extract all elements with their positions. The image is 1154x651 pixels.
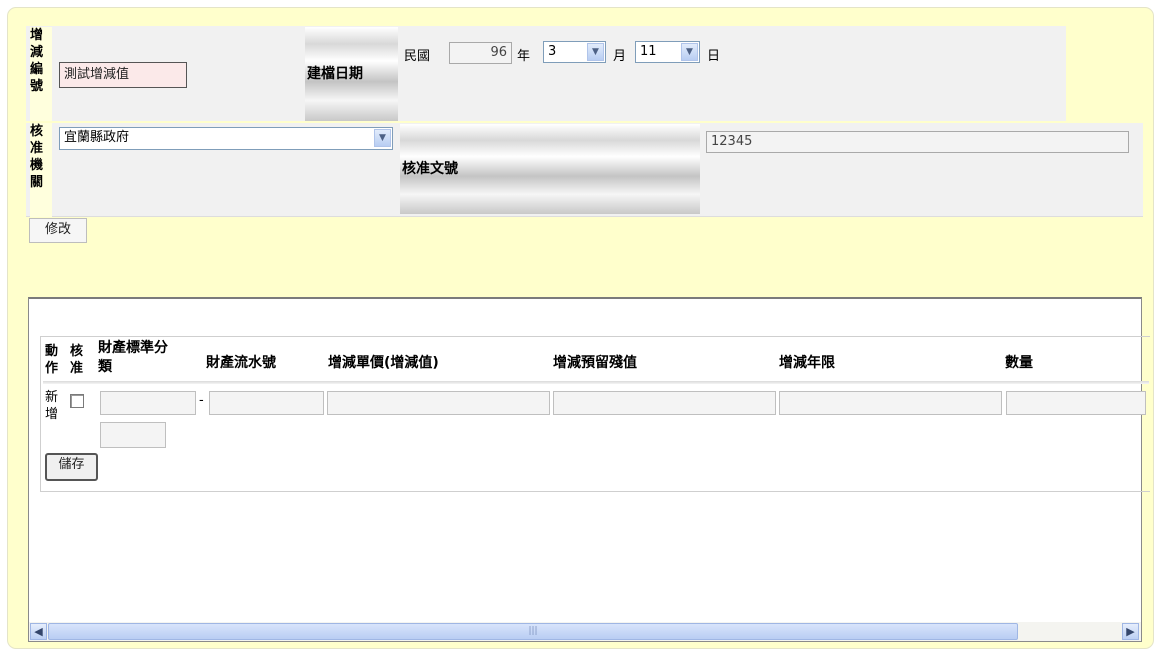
category-field-1[interactable] bbox=[100, 391, 196, 415]
modify-button[interactable]: 修改 bbox=[29, 218, 87, 243]
header-category: 財產標準分 類 bbox=[98, 340, 168, 375]
serial-field[interactable] bbox=[209, 391, 324, 415]
form-panel: 增 減 編 號 測試增減值 建檔日期 民國 96 年 3 ▼ 月 11 ▼ 日 … bbox=[7, 7, 1154, 649]
chevron-down-icon[interactable]: ▼ bbox=[374, 129, 391, 147]
day-select[interactable]: 11 ▼ bbox=[635, 41, 700, 63]
build-date-label: 建檔日期 bbox=[305, 27, 398, 121]
approve-checkbox[interactable] bbox=[70, 394, 84, 408]
header-divider bbox=[43, 381, 1149, 384]
header-quantity: 數量 bbox=[1005, 355, 1033, 371]
category-dash: - bbox=[199, 393, 204, 408]
new-row-label: 新 增 bbox=[45, 390, 59, 422]
approval-org-select[interactable]: 宜蘭縣政府 ▼ bbox=[59, 127, 393, 150]
day-value: 11 bbox=[640, 44, 657, 59]
chevron-right-icon: ▶ bbox=[1126, 625, 1135, 638]
grip-icon: ||| bbox=[528, 626, 538, 636]
detail-table: 動 作 核 准 財產標準分 類 財產流水號 增減單價(增減值) 增減預留殘值 增… bbox=[40, 336, 1150, 492]
approval-doc-field[interactable]: 12345 bbox=[706, 131, 1129, 153]
year-field[interactable]: 96 bbox=[449, 42, 512, 64]
header-unit-price: 增減單價(增減值) bbox=[328, 355, 439, 371]
scroll-left-button[interactable]: ◀ bbox=[30, 623, 47, 640]
approval-org-value: 宜蘭縣政府 bbox=[64, 130, 130, 145]
date-prefix: 民國 bbox=[404, 49, 431, 64]
change-no-label: 增 減 編 號 bbox=[30, 27, 52, 121]
approval-doc-label: 核准文號 bbox=[400, 124, 700, 214]
header-approve: 核 准 bbox=[70, 344, 84, 376]
scroll-right-button[interactable]: ▶ bbox=[1122, 623, 1139, 640]
years-field[interactable] bbox=[779, 391, 1002, 415]
header-action: 動 作 bbox=[45, 344, 59, 376]
chevron-down-icon[interactable]: ▼ bbox=[587, 43, 604, 61]
chevron-left-icon: ◀ bbox=[34, 625, 43, 638]
save-button[interactable]: 儲存 bbox=[45, 453, 98, 481]
scroll-thumb[interactable]: ||| bbox=[48, 623, 1018, 640]
category-field-2[interactable] bbox=[100, 422, 166, 448]
month-value: 3 bbox=[548, 44, 557, 59]
horizontal-scrollbar[interactable]: ◀ ||| ▶ bbox=[29, 622, 1141, 641]
quantity-field[interactable] bbox=[1006, 391, 1146, 415]
residual-field[interactable] bbox=[553, 391, 776, 415]
unit-price-field[interactable] bbox=[327, 391, 550, 415]
month-select[interactable]: 3 ▼ bbox=[543, 41, 606, 63]
month-unit: 月 bbox=[613, 49, 627, 64]
day-unit: 日 bbox=[707, 49, 721, 64]
header-serial: 財產流水號 bbox=[206, 355, 276, 371]
header-years: 增減年限 bbox=[779, 355, 835, 371]
year-unit: 年 bbox=[517, 49, 531, 64]
approval-org-label: 核 准 機 關 bbox=[30, 123, 52, 217]
chevron-down-icon[interactable]: ▼ bbox=[681, 43, 698, 61]
change-no-field[interactable]: 測試增減值 bbox=[59, 62, 187, 88]
detail-frame: 動 作 核 准 財產標準分 類 財產流水號 增減單價(增減值) 增減預留殘值 增… bbox=[28, 297, 1150, 642]
header-residual: 增減預留殘值 bbox=[553, 355, 637, 371]
